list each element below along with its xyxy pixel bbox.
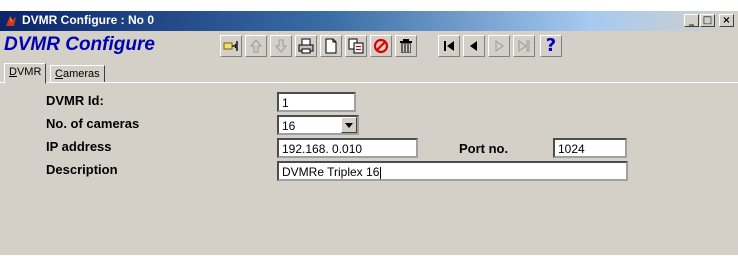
new-button[interactable] bbox=[320, 35, 342, 57]
dvmr-tab-panel: DVMR Id: 1 No. of cameras 16 IP address … bbox=[0, 82, 738, 256]
copy-button[interactable] bbox=[345, 35, 367, 57]
title-bar[interactable]: DVMR Configure : No 0 _ □ × bbox=[0, 11, 738, 31]
arrow-down-icon bbox=[274, 39, 288, 53]
ip-address-label: IP address bbox=[46, 139, 112, 154]
dvmr-id-field[interactable]: 1 bbox=[277, 92, 356, 112]
port-field[interactable]: 1024 bbox=[553, 138, 627, 158]
cancel-icon bbox=[373, 38, 389, 54]
delete-icon bbox=[400, 39, 412, 53]
next-record-icon bbox=[495, 40, 504, 52]
pick-icon bbox=[223, 41, 238, 51]
copy-icon bbox=[348, 38, 364, 54]
previous-record-icon bbox=[470, 41, 477, 51]
chevron-down-icon bbox=[345, 122, 353, 128]
dropdown-button[interactable] bbox=[341, 117, 357, 133]
dvmr-configure-window: DVMR Configure : No 0 _ □ × DVMR Configu… bbox=[0, 10, 738, 255]
previous-record-button[interactable] bbox=[463, 35, 485, 57]
num-cameras-select[interactable]: 16 bbox=[277, 115, 359, 135]
close-button[interactable]: × bbox=[719, 14, 734, 27]
minimize-button[interactable]: _ bbox=[684, 14, 699, 27]
print-button[interactable] bbox=[295, 35, 317, 57]
tab-strip: DVMR Cameras bbox=[0, 63, 738, 84]
cancel-button[interactable] bbox=[370, 35, 392, 57]
new-icon bbox=[325, 38, 337, 54]
description-field[interactable]: DVMRe Triplex 16 bbox=[277, 161, 628, 181]
description-label: Description bbox=[46, 162, 118, 177]
move-up-button[interactable] bbox=[245, 35, 267, 57]
maximize-button[interactable]: □ bbox=[700, 14, 715, 27]
move-down-button[interactable] bbox=[270, 35, 292, 57]
arrow-up-icon bbox=[249, 39, 263, 53]
app-title: DVMR Configure bbox=[4, 34, 155, 55]
ip-address-field[interactable]: 192.168. 0.010 bbox=[277, 138, 418, 158]
window-title: DVMR Configure : No 0 bbox=[22, 13, 154, 27]
help-icon: ? bbox=[545, 35, 557, 56]
num-cameras-label: No. of cameras bbox=[46, 116, 140, 131]
dvmr-id-label: DVMR Id: bbox=[46, 93, 104, 108]
app-icon bbox=[6, 16, 16, 26]
toolbar: DVMR Configure ? bbox=[0, 32, 738, 60]
last-record-button[interactable] bbox=[513, 35, 535, 57]
last-record-icon bbox=[518, 40, 530, 52]
help-button[interactable]: ? bbox=[540, 35, 562, 57]
port-label: Port no. bbox=[459, 141, 509, 156]
tab-cameras[interactable]: Cameras bbox=[50, 65, 105, 83]
delete-button[interactable] bbox=[395, 35, 417, 57]
print-icon bbox=[298, 38, 314, 54]
first-record-button[interactable] bbox=[438, 35, 460, 57]
next-record-button[interactable] bbox=[488, 35, 510, 57]
first-record-icon bbox=[444, 41, 454, 51]
text-cursor bbox=[380, 166, 382, 179]
pick-button[interactable] bbox=[220, 35, 242, 57]
tab-dvmr[interactable]: DVMR bbox=[4, 63, 47, 84]
